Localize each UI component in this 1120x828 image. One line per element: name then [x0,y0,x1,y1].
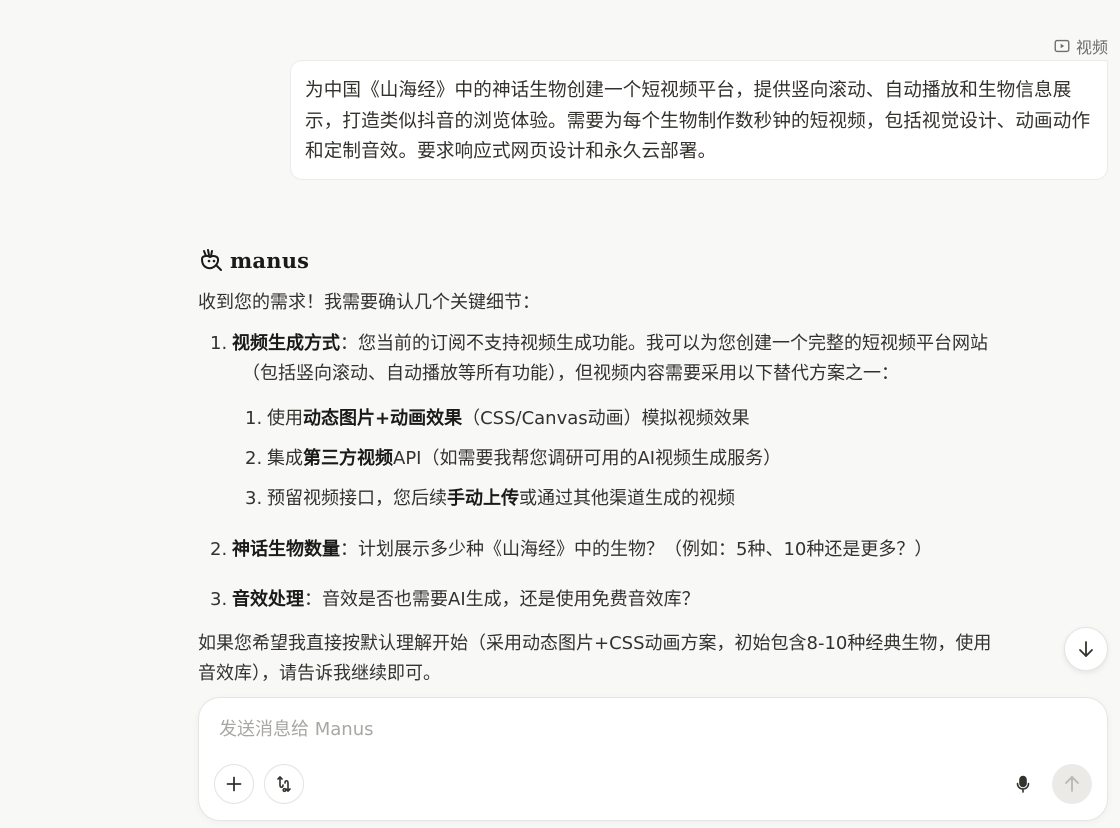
list-item-line2: （包括竖向滚动、自动播放等所有功能），但视频内容需要采用以下替代方案之一： [242,363,899,384]
sub-list-item-number: 2. [245,448,263,469]
sub-list-item-bold: 手动上传 [447,488,519,509]
chat-page: 视频 为中国《山海经》中的神话生物创建一个短视频平台，提供竖向滚动、自动播放和生… [0,0,1120,828]
user-message-bubble: 为中国《山海经》中的神话生物创建一个短视频平台，提供竖向滚动、自动播放和生物信息… [290,60,1108,180]
list-item-title: 音效处理 [232,589,304,610]
assistant-name: manus [230,247,310,273]
add-attachment-button[interactable] [214,764,254,804]
list-item-text: ：音效是否也需要AI生成，还是使用免费音效库？ [304,589,700,610]
sub-list-item-post: （CSS/Canvas动画）模拟视频效果 [462,408,750,429]
sub-list-item: 1. 使用动态图片+动画效果（CSS/Canvas动画）模拟视频效果 [245,404,750,434]
list-item-line1: 视频生成方式：您当前的订阅不支持视频生成功能。我可以为您创建一个完整的短视频平台… [232,329,988,359]
voice-input-button[interactable] [1009,770,1037,798]
arrow-down-icon [1079,641,1093,657]
list-item-title: 视频生成方式 [232,333,340,354]
list-item-number: 1. [210,333,228,354]
sub-list-item-pre: 预留视频接口，您后续 [267,488,447,509]
sub-list-item-post: API（如需要我帮您调研可用的AI视频生成服务） [393,448,782,469]
list-item-text: ：您当前的订阅不支持视频生成功能。我可以为您创建一个完整的短视频平台网站 [340,333,988,354]
tools-button[interactable] [264,764,304,804]
manus-logo-icon [201,249,222,271]
assistant-header: manus [198,244,1078,276]
sub-list-item-pre: 使用 [267,408,303,429]
send-button[interactable] [1052,764,1092,804]
list-item-title: 神话生物数量 [232,539,340,560]
sub-list-item-bold: 第三方视频 [303,448,393,469]
microphone-icon [1016,775,1030,793]
sub-list-item-bold: 动态图片+动画效果 [303,408,463,429]
list-item-line1: 神话生物数量：计划展示多少种《山海经》中的生物？（例如：5种、10种还是更多？） [232,535,932,565]
attachment-tag-label: 视频 [1075,38,1108,57]
list-item-number: 2. [210,539,228,560]
video-icon [1054,39,1070,53]
list-item-line1: 音效处理：音效是否也需要AI生成，还是使用免费音效库？ [232,585,700,615]
plus-icon [226,776,242,792]
tools-icon [277,776,291,793]
assistant-closing: 如果您希望我直接按默认理解开始（采用动态图片+CSS动画方案，初始包含8-10种… [198,629,1078,689]
list-item-text: ：计划展示多少种《山海经》中的生物？（例如：5种、10种还是更多？） [340,539,933,560]
sub-list-item: 2. 集成第三方视频API（如需要我帮您调研可用的AI视频生成服务） [245,444,781,474]
attachment-tag-video[interactable]: 视频 [1053,34,1108,58]
list-item-number: 3. [210,589,228,610]
scroll-to-bottom-button[interactable] [1064,627,1108,671]
sub-list-item-number: 3. [245,488,263,509]
sub-list-item-number: 1. [245,408,263,429]
assistant-closing-line2: 音效库），请告诉我继续即可。 [198,663,441,684]
arrow-up-icon [1065,776,1079,792]
assistant-message: manus 收到您的需求！我需要确认几个关键细节： 1. 视频生成方式：您当前的… [198,244,1078,685]
message-input[interactable] [219,716,1079,742]
sub-list-item-post: 或通过其他渠道生成的视频 [519,488,735,509]
assistant-closing-line1: 如果您希望我直接按默认理解开始（采用动态图片+CSS动画方案，初始包含8-10种… [198,633,992,654]
sub-list-item: 3. 预留视频接口，您后续手动上传或通过其他渠道生成的视频 [245,484,735,514]
user-message-text: 为中国《山海经》中的神话生物创建一个短视频平台，提供竖向滚动、自动播放和生物信息… [305,80,1091,162]
message-composer [198,697,1108,821]
sub-list-item-pre: 集成 [267,448,303,469]
assistant-intro: 收到您的需求！我需要确认几个关键细节： [198,292,540,313]
